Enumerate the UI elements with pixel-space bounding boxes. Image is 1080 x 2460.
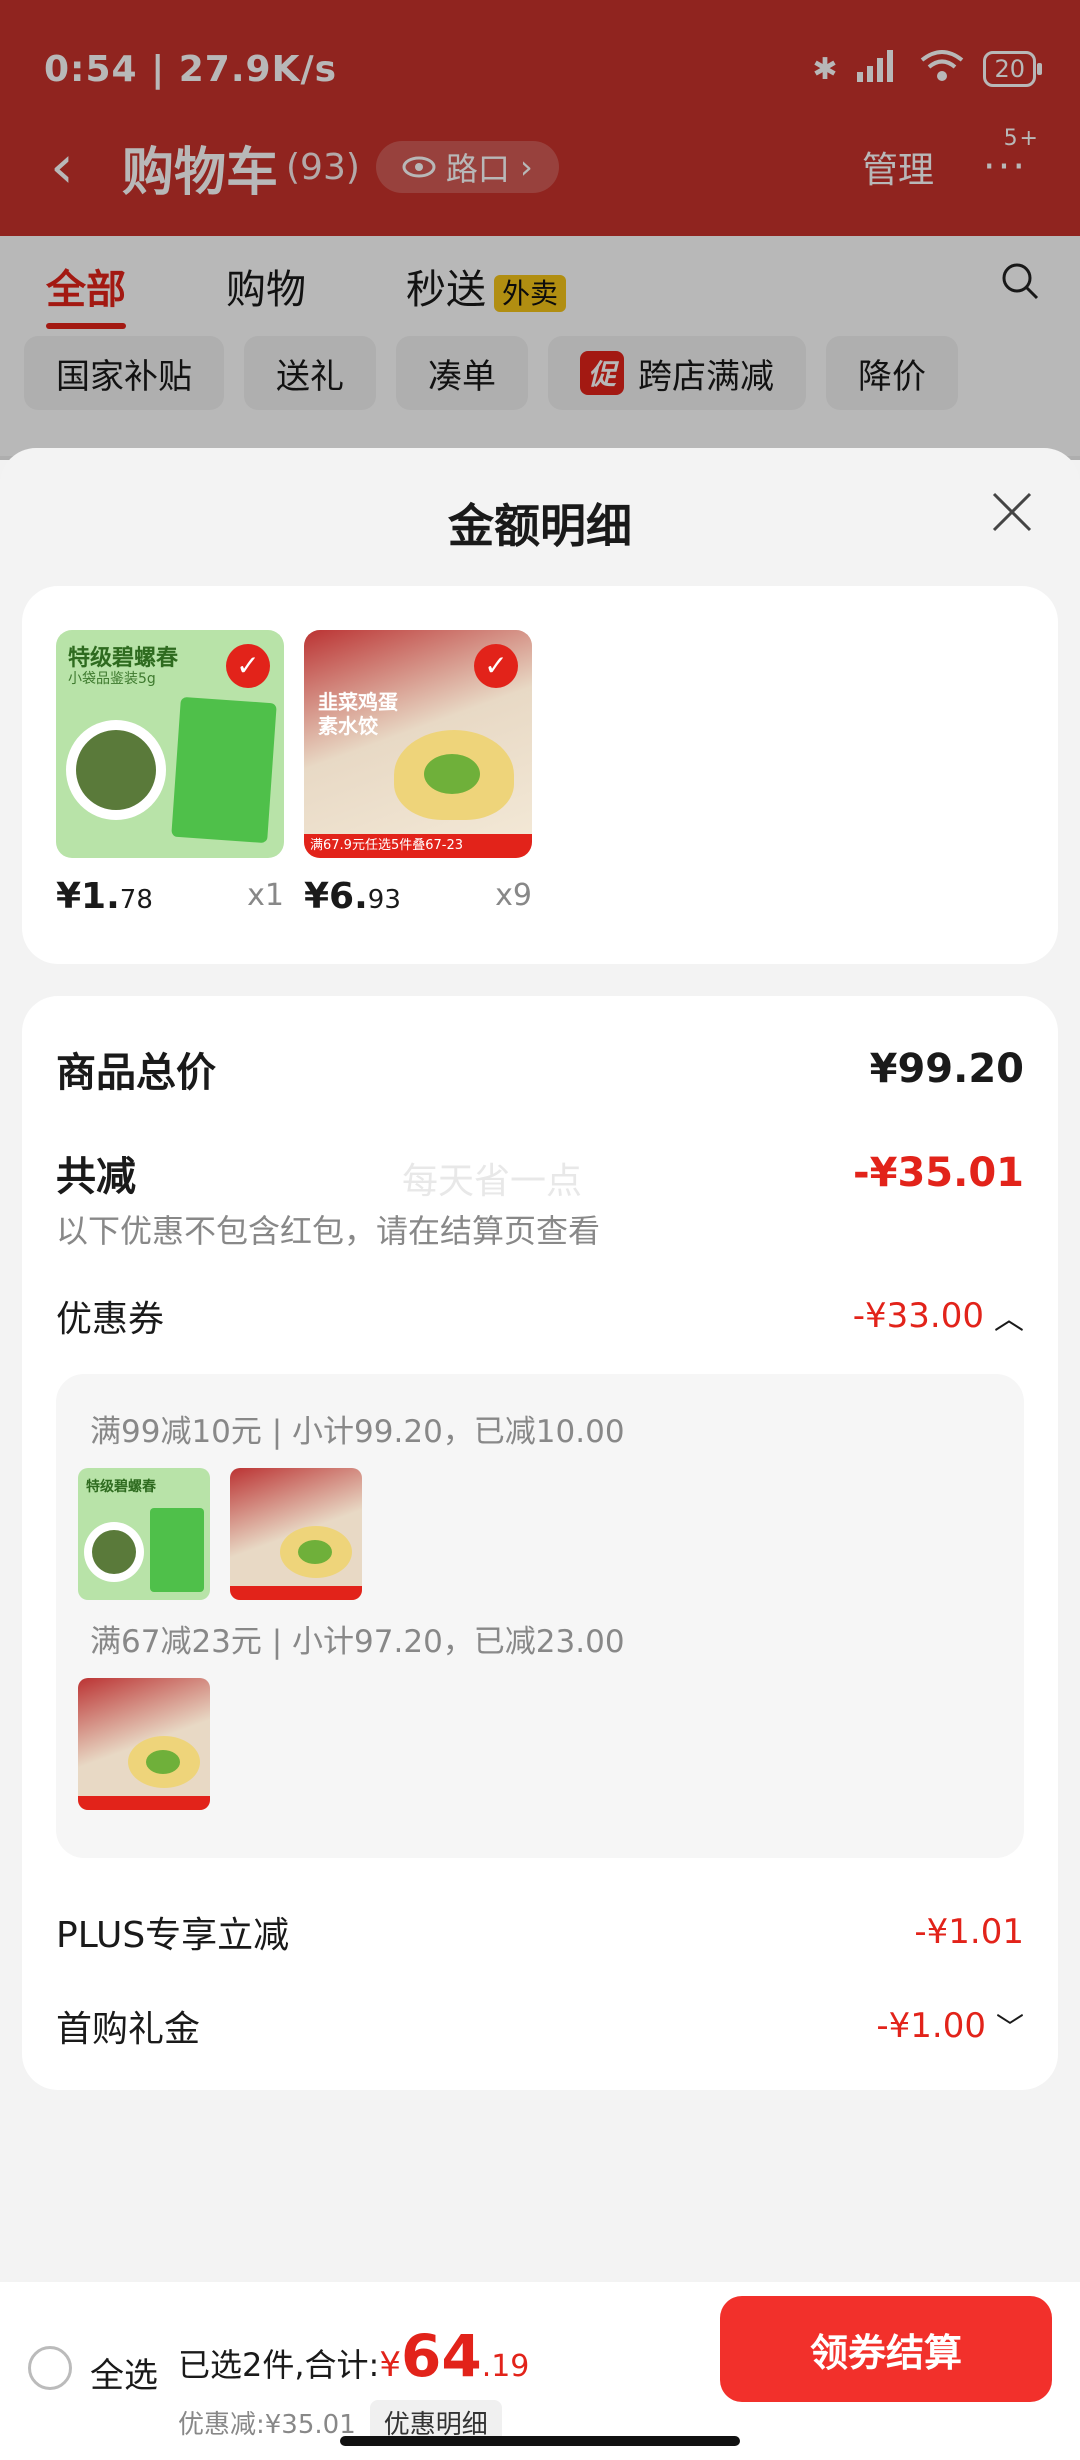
home-indicator[interactable] [340, 2436, 740, 2446]
sheet-title: 金额明细 [448, 499, 632, 553]
gift-label: 首购礼金 [56, 2009, 201, 2050]
mini-thumb-dumpling [230, 1468, 362, 1600]
reduce-value: -¥35.01 [853, 1150, 1024, 1196]
thumb-title: 韭菜鸡蛋素水饺 [318, 690, 398, 738]
dumpling-graphic [394, 730, 514, 820]
goods-total-value: ¥99.20 [869, 1046, 1024, 1092]
product-image-dumpling: 韭菜鸡蛋素水饺 满67.9元任选5件叠67-23 ✓ [304, 630, 532, 858]
plus-row: PLUS专享立减 -¥1.01 [56, 1906, 1024, 1958]
goods-total-row: 商品总价 ¥99.20 [56, 1040, 1024, 1098]
gift-value: -¥1.00 [876, 2006, 986, 2046]
goods-total-label: 商品总价 [56, 1050, 216, 1096]
coupon-label: 优惠券 [56, 1299, 165, 1340]
checkmark-icon: ✓ [226, 644, 270, 688]
thumb-promo-strip: 满67.9元任选5件叠67-23 [304, 834, 532, 858]
product-image-tea: 特级碧螺春 小袋品鉴装5g ✓ [56, 630, 284, 858]
mini-thumb-tea: 特级碧螺春 [78, 1468, 210, 1600]
tea-plate-graphic [66, 720, 166, 820]
select-all-radio[interactable] [28, 2346, 72, 2390]
chevron-up-icon: ︿ [994, 1302, 1024, 1337]
coupon-rule-1: 满99减10元 | 小计99.20，已减10.00 [90, 1414, 625, 1450]
total-decimal: .19 [481, 2349, 530, 2384]
select-all-label[interactable]: 全选 [90, 2348, 158, 2397]
thumb-subtitle: 小袋品鉴装5g [68, 671, 156, 687]
item-price: ¥6.93 [304, 876, 401, 917]
amount-detail-sheet: 金额明细 特级碧螺春 小袋品鉴装5g ✓ ¥1.78 x1 韭菜鸡蛋素水饺 满6… [0, 448, 1080, 2460]
coupon-value: -¥33.00 [852, 1296, 984, 1336]
plus-value: -¥1.01 [914, 1912, 1024, 1952]
checkmark-icon: ✓ [474, 644, 518, 688]
list-item[interactable]: 韭菜鸡蛋素水饺 满67.9元任选5件叠67-23 ✓ ¥6.93 x9 [304, 630, 532, 917]
tea-package-graphic [171, 696, 277, 844]
coupon-row[interactable]: 优惠券 -¥33.00 ︿ [56, 1290, 1024, 1342]
plus-label: PLUS专享立减 [56, 1915, 290, 1956]
discount-note: 以下优惠不包含红包，请在结算页查看 [56, 1212, 601, 1250]
list-item[interactable]: 特级碧螺春 小袋品鉴装5g ✓ ¥1.78 x1 [56, 630, 284, 917]
modal-overlay[interactable] [0, 0, 1080, 460]
close-icon[interactable] [988, 488, 1036, 546]
checkout-button[interactable]: 领券结算 [720, 2296, 1052, 2402]
item-price: ¥1.78 [56, 876, 153, 917]
price-summary-card: 商品总价 ¥99.20 每天省一点 共减 -¥35.01 以下优惠不包含红包，请… [22, 996, 1058, 2090]
checkout-bar: 全选 已选2件,合计: ¥ 64 .19 优惠减:¥35.01 优惠明细 领券结… [0, 2282, 1080, 2460]
discount-text: 优惠减:¥35.01 [178, 2410, 356, 2440]
coupon-detail-box: 满99减10元 | 小计99.20，已减10.00 特级碧螺春 满67减23元 … [56, 1374, 1024, 1858]
item-quantity: x9 [495, 878, 532, 913]
mini-thumb-dumpling [78, 1678, 210, 1810]
gift-row[interactable]: 首购礼金 -¥1.00 ﹀ [56, 2000, 1024, 2052]
item-quantity: x1 [247, 878, 284, 913]
total-currency: ¥ [379, 2345, 401, 2385]
reduce-row: 共减 -¥35.01 [56, 1144, 1024, 1202]
selected-items-card: 特级碧螺春 小袋品鉴装5g ✓ ¥1.78 x1 韭菜鸡蛋素水饺 满67.9元任… [22, 586, 1058, 964]
coupon-rule-2: 满67减23元 | 小计97.20，已减23.00 [90, 1624, 625, 1660]
total-integer: 64 [400, 2322, 482, 2390]
chevron-down-icon: ﹀ [995, 2011, 1024, 2044]
selected-text: 已选2件,合计: [178, 2346, 380, 2384]
reduce-label: 共减 [56, 1154, 136, 1200]
selected-summary: 已选2件,合计: ¥ 64 .19 [178, 2322, 529, 2390]
